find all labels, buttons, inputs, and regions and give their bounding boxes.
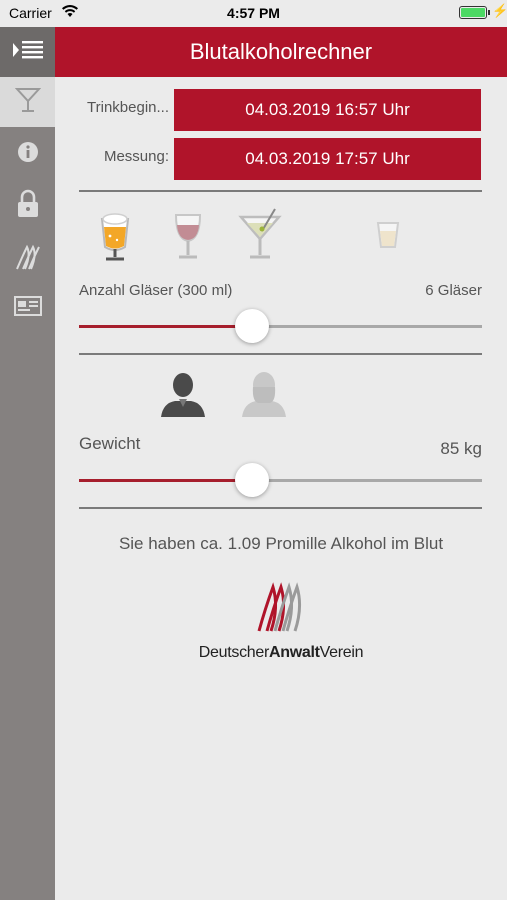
female-person-icon — [238, 372, 290, 425]
beer-icon — [95, 213, 135, 267]
weight-slider-thumb[interactable] — [235, 463, 270, 497]
wine-button[interactable] — [168, 209, 208, 268]
start-time-label: Trinkbegin... — [87, 99, 169, 116]
weight-label: Gewicht — [79, 434, 141, 453]
weight-slider-fill — [79, 479, 253, 482]
menu-icon — [12, 38, 44, 67]
cocktail-icon — [235, 208, 285, 267]
clock: 4:57 PM — [227, 5, 280, 21]
weight-slider[interactable] — [79, 463, 482, 497]
charging-icon: ⚡ — [492, 3, 507, 18]
beer-button[interactable] — [95, 209, 135, 268]
sidebar-item-contact[interactable] — [0, 283, 55, 333]
contact-card-icon — [13, 295, 42, 321]
divider — [79, 190, 482, 192]
sidebar-item-info[interactable] — [0, 129, 55, 179]
logo-part-deutscher: Deutscher — [198, 644, 270, 661]
glasses-slider[interactable] — [79, 309, 482, 343]
logo-part-anwalt: Anwalt — [269, 644, 320, 661]
sidebar — [0, 27, 55, 900]
logo-part-verein: Verein — [319, 644, 364, 661]
start-time-field[interactable]: 04.03.2019 16:57 Uhr — [174, 89, 481, 131]
sidebar-item-lock[interactable] — [0, 181, 55, 231]
cocktail-glass-icon — [14, 86, 41, 119]
glasses-label: Anzahl Gläser (300 ml) — [79, 282, 233, 299]
dav-logo-text: DeutscherAnwaltVerein — [55, 644, 507, 662]
glasses-value: 6 Gläser — [425, 282, 482, 299]
shot-button[interactable] — [373, 217, 403, 258]
dav-logo-icon — [15, 241, 41, 276]
dav-logo-mark — [257, 581, 303, 640]
male-button[interactable] — [157, 369, 209, 426]
page-title: Blutalkoholrechner — [55, 27, 507, 77]
glasses-slider-fill — [79, 325, 253, 328]
battery-tip — [488, 10, 490, 15]
sidebar-item-dav[interactable] — [0, 233, 55, 283]
glasses-slider-thumb[interactable] — [235, 309, 270, 343]
battery-icon — [459, 6, 487, 19]
male-person-icon — [157, 373, 209, 425]
info-icon — [17, 141, 39, 168]
measure-time-label: Messung: — [103, 148, 169, 165]
result-text: Sie haben ca. 1.09 Promille Alkohol im B… — [118, 534, 444, 553]
lock-icon — [16, 189, 40, 224]
wine-glass-icon — [168, 214, 208, 267]
divider — [79, 507, 482, 509]
female-button[interactable] — [238, 369, 290, 426]
status-bar: Carrier 4:57 PM ⚡ — [0, 0, 507, 27]
sidebar-item-calculator[interactable] — [0, 77, 55, 127]
divider — [79, 353, 482, 355]
shot-glass-icon — [373, 222, 403, 257]
weight-value: 85 kg — [440, 439, 482, 458]
cocktail-button[interactable] — [235, 205, 285, 268]
measure-time-field[interactable]: 04.03.2019 17:57 Uhr — [174, 138, 481, 180]
calculator-panel: Trinkbegin... 04.03.2019 16:57 Uhr Messu… — [55, 77, 507, 900]
sidebar-menu-button[interactable] — [0, 27, 55, 77]
